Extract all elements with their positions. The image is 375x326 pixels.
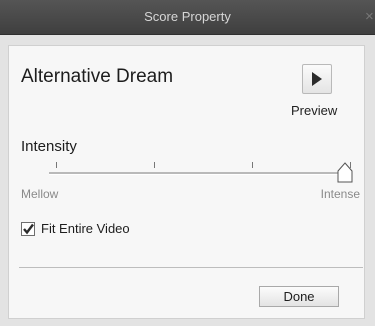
slider-thumb[interactable] [337, 162, 353, 184]
preview-button[interactable] [302, 64, 332, 94]
score-title: Alternative Dream [21, 66, 174, 87]
score-property-window: Score Property × Alternative Dream Previ… [0, 0, 375, 326]
close-icon[interactable]: × [365, 8, 375, 26]
title-bar: Score Property × [0, 0, 375, 35]
intensity-slider[interactable] [33, 156, 363, 196]
done-button[interactable]: Done [259, 286, 339, 307]
preview-label[interactable]: Preview [291, 103, 337, 118]
slider-min-label: Mellow [21, 187, 59, 201]
checkmark-icon [23, 223, 34, 235]
intensity-label: Intensity [21, 138, 77, 155]
slider-track[interactable] [49, 172, 351, 175]
slider-max-label: Intense [320, 187, 360, 201]
divider [19, 267, 363, 268]
play-icon [312, 72, 322, 86]
fit-entire-video-checkbox[interactable] [21, 222, 35, 236]
slider-tick [252, 162, 253, 168]
fit-entire-video-label[interactable]: Fit Entire Video [41, 221, 130, 236]
window-title: Score Property [144, 9, 231, 24]
score-panel: Alternative Dream Preview Intensity Mell… [8, 45, 365, 319]
slider-tick [154, 162, 155, 168]
slider-tick [56, 162, 57, 168]
